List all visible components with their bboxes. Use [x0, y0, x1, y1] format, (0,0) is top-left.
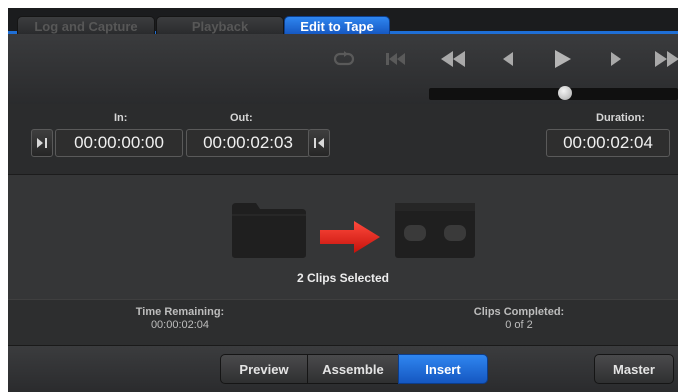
status-panel: Time Remaining: 00:00:02:04 Clips Comple…: [8, 299, 678, 346]
timecode-panel: In: Out: Duration: 00:00:00:00 00:00:02:…: [8, 104, 678, 175]
step-forward-icon[interactable]: [604, 48, 626, 70]
tape-icon: [395, 203, 475, 258]
in-label: In:: [114, 112, 128, 124]
folder-icon: [232, 203, 306, 258]
assemble-button[interactable]: Assemble: [307, 354, 399, 384]
mark-out-button[interactable]: [308, 129, 330, 157]
master-button[interactable]: Master: [594, 354, 674, 384]
jog-shuttle-slider[interactable]: [429, 86, 678, 100]
app-root: Log and Capture Playback Edit to Tape In…: [0, 0, 678, 392]
mark-in-button[interactable]: [31, 129, 53, 157]
go-to-start-icon[interactable]: [382, 48, 408, 70]
loop-icon[interactable]: [330, 48, 358, 70]
time-remaining-label: Time Remaining:: [135, 306, 225, 318]
mark-in-icon: [37, 138, 47, 148]
step-back-icon[interactable]: [498, 48, 520, 70]
transport-controls: [8, 34, 678, 105]
play-icon[interactable]: [550, 48, 574, 70]
rewind-icon[interactable]: [438, 48, 468, 70]
jog-knob[interactable]: [558, 86, 572, 100]
bottom-toolbar: Preview Assemble Insert Master: [8, 345, 678, 392]
duration-label: Duration:: [596, 112, 645, 124]
arrow-right-icon: [320, 221, 380, 253]
clips-completed-label: Clips Completed:: [473, 306, 565, 318]
out-label: Out:: [230, 112, 253, 124]
tab-playback[interactable]: Playback: [156, 16, 284, 34]
in-timecode-field[interactable]: 00:00:00:00: [55, 129, 183, 157]
clips-selected-text: 2 Clips Selected: [296, 271, 390, 285]
time-remaining-value: 00:00:02:04: [150, 319, 210, 331]
duration-timecode-field: 00:00:02:04: [546, 129, 670, 157]
edit-to-tape-main: 2 Clips Selected: [8, 175, 678, 299]
media-express-window: Log and Capture Playback Edit to Tape In…: [8, 8, 678, 392]
clips-completed-value: 0 of 2: [505, 319, 533, 331]
tab-edit-to-tape[interactable]: Edit to Tape: [284, 16, 390, 34]
preview-button[interactable]: Preview: [220, 354, 308, 384]
mark-out-icon: [314, 138, 324, 148]
insert-button[interactable]: Insert: [398, 354, 488, 384]
fast-forward-icon[interactable]: [652, 48, 678, 70]
tab-bar: Log and Capture Playback Edit to Tape: [8, 8, 678, 34]
out-timecode-field[interactable]: 00:00:02:03: [186, 129, 310, 157]
tab-log-and-capture[interactable]: Log and Capture: [17, 16, 155, 34]
